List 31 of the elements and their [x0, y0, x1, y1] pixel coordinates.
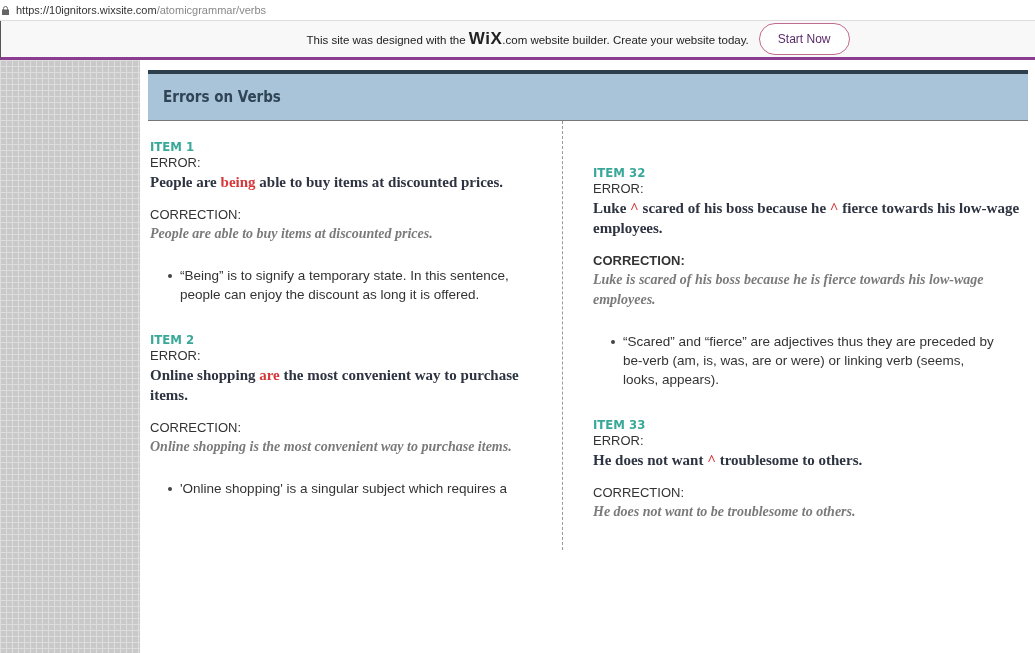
note-text: “Being” is to signify a temporary state. In this sentence, people can enjoy the discount as long it is offered. [180, 267, 510, 304]
error-label: ERROR: [593, 432, 645, 450]
correction-label: CORRECTION: [150, 206, 242, 224]
error-label: ERROR: [150, 347, 202, 365]
note-text: 'Online shopping' is a singular subject which requires a [180, 480, 508, 498]
note-text: “Scared” and “fierce” are adjectives thus they are preceded by be-verb (am, is, was, are or were) or linking verb (seems, looks, appears). [623, 333, 995, 389]
correction-sentence: People are able to buy items at discounted prices. [150, 225, 434, 243]
error-label: ERROR: [150, 154, 202, 172]
bullet-icon [168, 487, 172, 491]
banner-text: This site was designed with the WiX.com website builder. Create your website today. [306, 29, 749, 49]
item-label: ITEM 2 [150, 332, 196, 347]
lock-icon [2, 5, 9, 15]
item-label: ITEM 33 [593, 417, 647, 432]
page-title: Errors on Verbs [163, 88, 281, 106]
correction-label: CORRECTION: [593, 252, 686, 270]
correction-sentence: Luke is scared of his boss because he is fierce towards his low-wage employees. [593, 271, 985, 309]
error-sentence: Online shopping are the most convenient way to purchase items. [150, 366, 520, 405]
error-sentence: Luke ^ scared of his boss because he ^ fierce towards his low-wage employees. [593, 199, 1021, 238]
bullet-icon [611, 340, 615, 344]
correction-sentence: He does not want to be troublesome to others. [593, 503, 857, 521]
error-label: ERROR: [593, 180, 645, 198]
bullet-icon [168, 274, 172, 278]
error-sentence: People are being able to buy items at discounted prices. [150, 173, 505, 192]
correction-sentence: Online shopping is the most convenient way to purchase items. [150, 438, 513, 456]
start-now-button[interactable]: Start Now [758, 23, 850, 55]
item-label: ITEM 32 [593, 165, 647, 180]
correction-label: CORRECTION: [593, 484, 685, 502]
item-label: ITEM 1 [150, 139, 196, 154]
url-text[interactable]: https://10ignitors.wixsite.com/atomicgrammar/verbs [16, 4, 267, 16]
correction-label: CORRECTION: [150, 419, 242, 437]
error-sentence: He does not want ^ troublesome to others. [593, 451, 864, 470]
